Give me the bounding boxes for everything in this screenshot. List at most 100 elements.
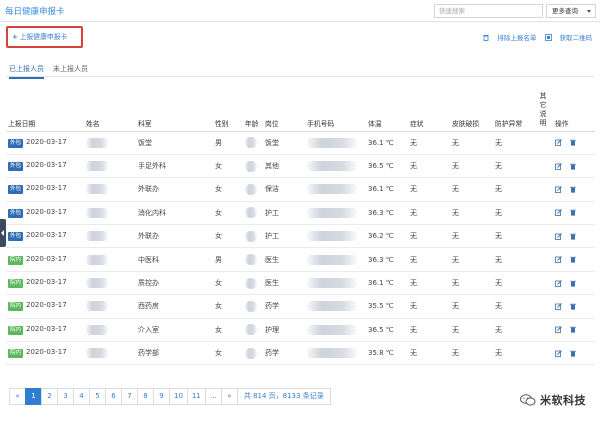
cell-skin-damage: 无 bbox=[450, 177, 493, 202]
edit-icon[interactable] bbox=[555, 186, 562, 193]
cell-dept: 消化内科 bbox=[136, 201, 213, 226]
cell-post: 护理 bbox=[263, 318, 305, 343]
cell-note bbox=[533, 177, 553, 202]
cell-date: 院内 2020-03-17 bbox=[6, 341, 84, 366]
report-health-card-button[interactable]: + 上报健康申报卡 bbox=[12, 32, 67, 43]
phone-redacted bbox=[307, 207, 357, 218]
cell-symptom: 无 bbox=[408, 201, 450, 226]
age-redacted bbox=[245, 183, 257, 195]
pagination-prev-button[interactable]: « bbox=[9, 388, 26, 405]
cell-phone bbox=[305, 294, 366, 319]
tab-reported[interactable]: 已上报人员 bbox=[9, 64, 44, 79]
cell-age bbox=[243, 224, 263, 249]
search-input[interactable] bbox=[434, 4, 543, 18]
delete-icon[interactable] bbox=[570, 233, 576, 240]
cell-note bbox=[533, 294, 553, 319]
edit-icon[interactable] bbox=[555, 209, 562, 217]
cell-dept: 西药房 bbox=[136, 294, 213, 319]
col-header: 症状 bbox=[408, 84, 450, 132]
wechat-logo-icon bbox=[520, 394, 536, 406]
staff-type-badge: 外包 bbox=[8, 138, 24, 148]
pagination-page-button[interactable]: 5 bbox=[89, 388, 106, 405]
cell-skin-damage: 无 bbox=[450, 341, 493, 366]
cell-phone bbox=[305, 177, 366, 202]
delete-icon[interactable] bbox=[570, 350, 576, 357]
pagination-page-button[interactable]: ... bbox=[204, 388, 222, 405]
edit-icon[interactable] bbox=[555, 162, 562, 170]
report-date: 2020-03-17 bbox=[26, 324, 67, 333]
phone-redacted bbox=[307, 324, 357, 335]
cell-protection: 无 bbox=[493, 224, 533, 249]
cell-date: 外包 2020-03-17 bbox=[6, 224, 84, 249]
cell-age bbox=[243, 177, 263, 202]
report-date: 2020-03-17 bbox=[26, 348, 67, 357]
cell-post: 饭堂 bbox=[263, 131, 305, 155]
delete-icon[interactable] bbox=[570, 326, 576, 333]
cell-name bbox=[84, 294, 136, 319]
edit-icon[interactable] bbox=[555, 279, 562, 287]
watermark: 米软科技 bbox=[520, 392, 586, 408]
cell-date: 院内 2020-03-17 bbox=[6, 271, 84, 296]
report-date: 2020-03-17 bbox=[26, 184, 67, 193]
edit-icon[interactable] bbox=[555, 349, 562, 357]
edit-icon[interactable] bbox=[555, 326, 562, 334]
delete-icon[interactable] bbox=[570, 256, 576, 263]
cell-name bbox=[84, 224, 136, 249]
tab-bar: 已上报人员 未上报人员 bbox=[6, 63, 594, 79]
cell-note bbox=[533, 247, 553, 272]
report-date: 2020-03-17 bbox=[26, 207, 67, 216]
cell-actions bbox=[553, 247, 595, 272]
cell-gender: 男 bbox=[213, 247, 243, 272]
cell-gender: 女 bbox=[213, 294, 243, 319]
age-redacted bbox=[245, 300, 257, 312]
cell-date: 外包 2020-03-17 bbox=[6, 131, 84, 155]
qrcode-link[interactable]: 获取二维码 bbox=[544, 34, 592, 42]
age-redacted bbox=[245, 230, 257, 242]
pagination-page-button[interactable]: 6 bbox=[105, 388, 122, 405]
cell-symptom: 无 bbox=[408, 341, 450, 366]
tab-not-reported[interactable]: 未上报人员 bbox=[53, 64, 88, 77]
edit-icon[interactable] bbox=[555, 256, 562, 264]
edit-icon[interactable] bbox=[555, 303, 562, 310]
table-header-row: 上报日期 姓名 科室 性别 年龄 岗位 手机号码 体温 症状 皮肤破损 防护异常… bbox=[6, 84, 595, 132]
delete-icon[interactable] bbox=[570, 280, 576, 287]
more-query-button[interactable]: 更多查询 bbox=[546, 4, 596, 18]
col-header: 姓名 bbox=[84, 84, 136, 132]
name-redacted bbox=[86, 348, 108, 359]
cell-age bbox=[243, 201, 263, 226]
delete-icon[interactable] bbox=[570, 139, 576, 146]
delete-icon[interactable] bbox=[570, 303, 576, 310]
cell-temperature: 36.5 ℃ bbox=[366, 154, 408, 179]
more-query-label: 更多查询 bbox=[552, 7, 578, 15]
cell-symptom: 无 bbox=[408, 177, 450, 202]
pagination-next-button[interactable]: » bbox=[220, 388, 238, 405]
pagination-page-button[interactable]: 1 bbox=[25, 388, 42, 405]
pagination-page-button[interactable]: 3 bbox=[57, 388, 74, 405]
sidebar-toggle-handle[interactable] bbox=[0, 219, 6, 247]
cell-skin-damage: 无 bbox=[450, 201, 493, 226]
pagination-page-button[interactable]: 4 bbox=[73, 388, 90, 405]
pagination-page-button[interactable]: 10 bbox=[169, 388, 188, 405]
pagination-page-button[interactable]: 8 bbox=[137, 388, 154, 405]
delete-icon[interactable] bbox=[570, 209, 576, 216]
cell-skin-damage: 无 bbox=[450, 131, 493, 155]
cell-actions bbox=[553, 294, 595, 319]
delete-icon[interactable] bbox=[570, 186, 576, 193]
report-date: 2020-03-17 bbox=[26, 254, 67, 263]
cell-dept: 饭堂 bbox=[136, 131, 213, 155]
delete-icon[interactable] bbox=[570, 163, 576, 170]
note-header-text: 其它说明 bbox=[539, 91, 547, 127]
pagination-page-button[interactable]: 7 bbox=[121, 388, 138, 405]
app-title: 每日健康申报卡 bbox=[5, 7, 65, 17]
pagination-page-button[interactable]: 11 bbox=[186, 388, 206, 405]
phone-redacted bbox=[307, 254, 357, 265]
exclude-list-link[interactable]: 排除上报名单 bbox=[483, 34, 538, 42]
edit-icon[interactable] bbox=[555, 139, 562, 147]
pagination-page-button[interactable]: 9 bbox=[153, 388, 170, 405]
edit-icon[interactable] bbox=[555, 232, 562, 240]
cell-temperature: 35.8 ℃ bbox=[366, 341, 408, 366]
cell-post: 保洁 bbox=[263, 177, 305, 202]
pagination-page-button[interactable]: 2 bbox=[41, 388, 58, 405]
cell-phone bbox=[305, 131, 366, 155]
col-header: 防护异常 bbox=[493, 84, 533, 132]
